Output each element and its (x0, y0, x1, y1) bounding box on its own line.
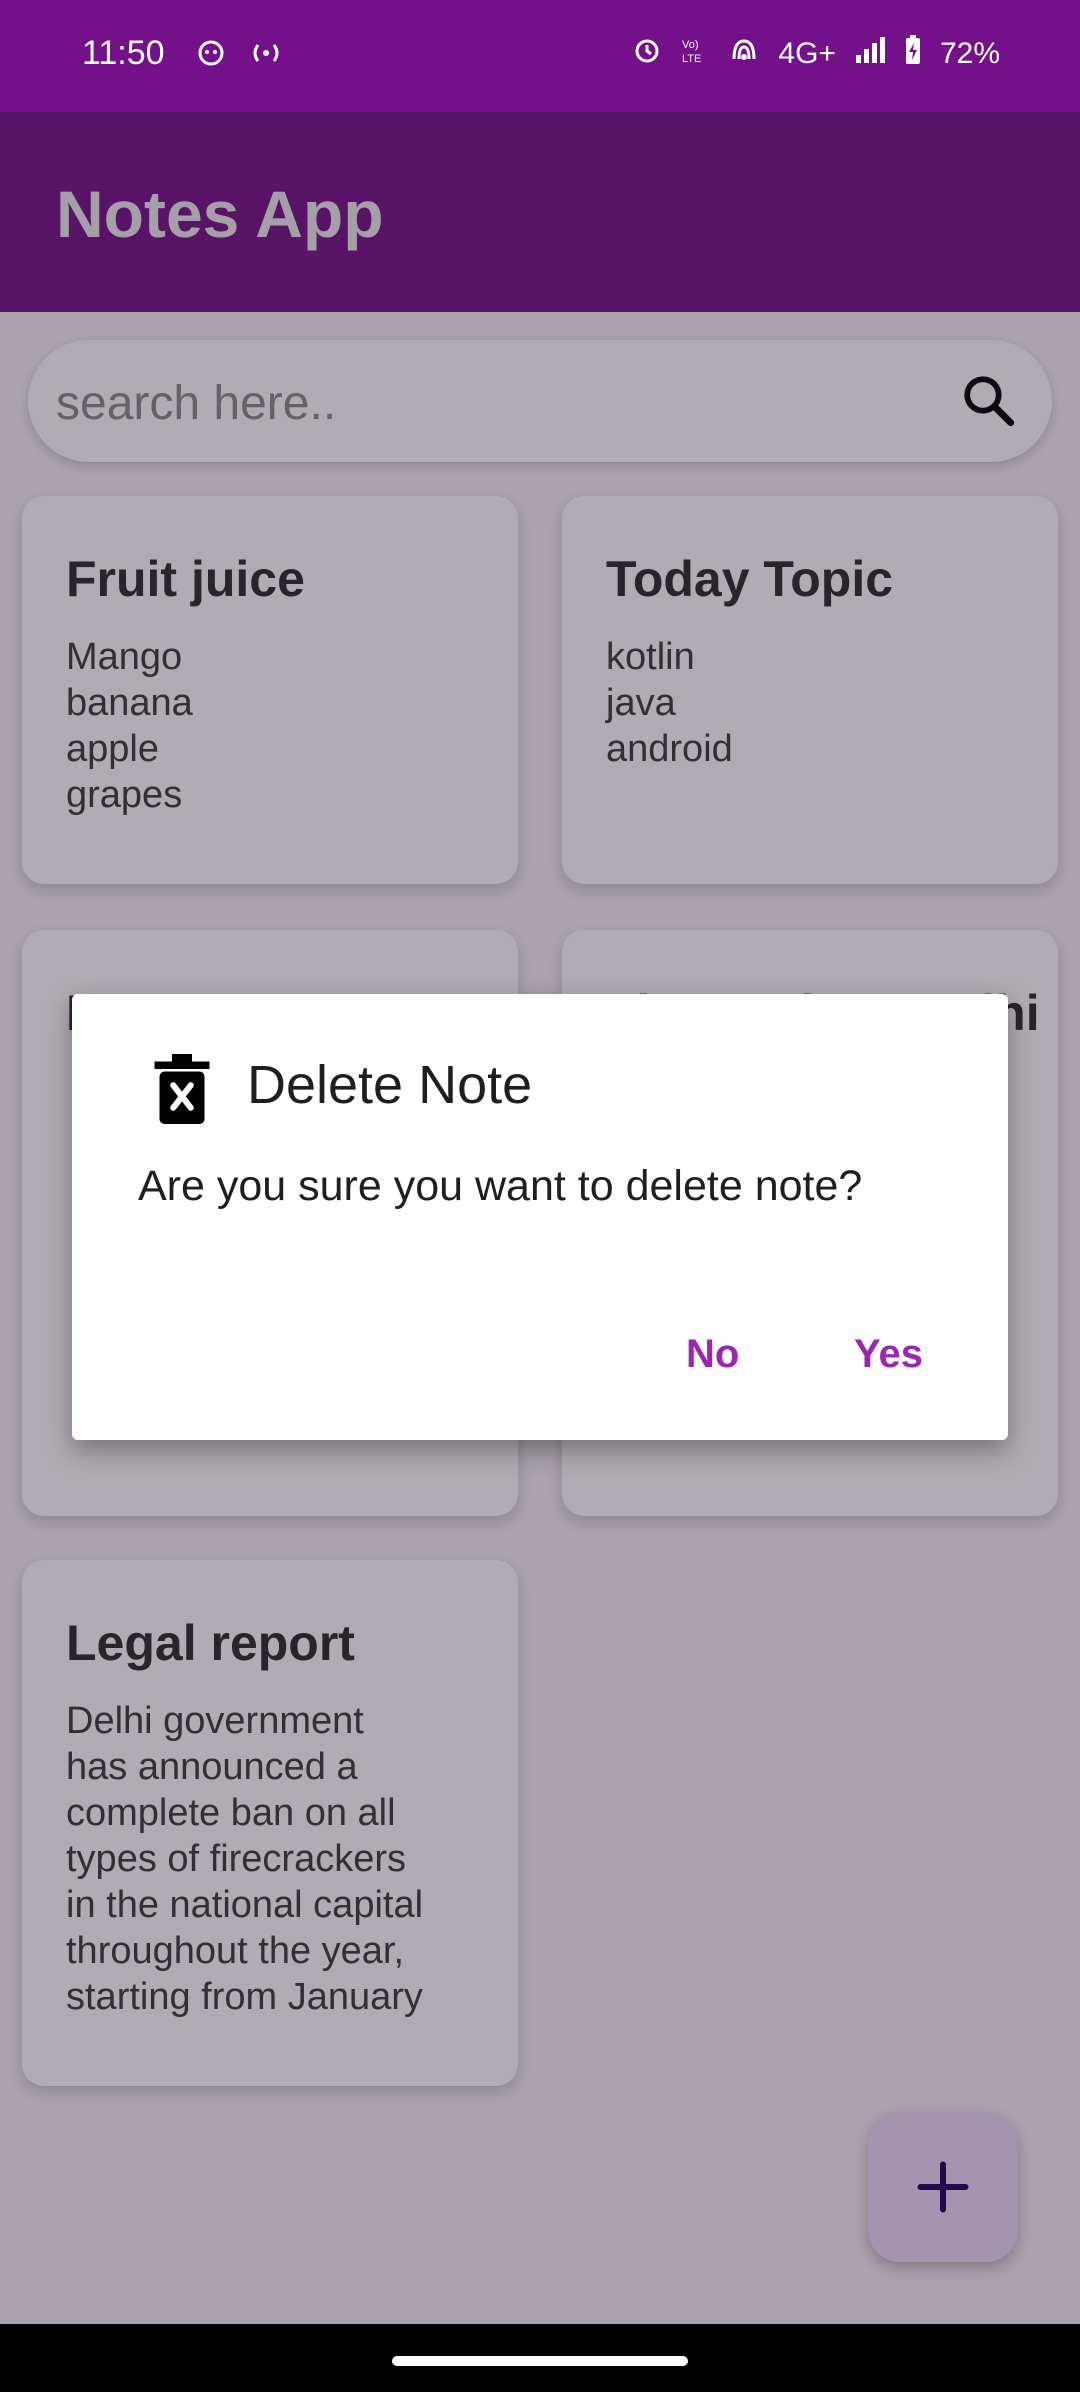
signal-icon (854, 35, 886, 73)
svg-text:LTE: LTE (682, 53, 701, 65)
status-bar: 11:50 Vo) LTE 4G+ 72% (0, 0, 1080, 112)
alarm-icon (632, 35, 662, 73)
network-type: 4G+ (778, 37, 836, 70)
wifi-calling-icon (728, 35, 760, 73)
dialog-title: Delete Note (247, 1055, 533, 1115)
yes-button[interactable]: Yes (854, 1332, 923, 1377)
navigation-bar (0, 2324, 1080, 2392)
battery-icon (904, 34, 922, 74)
volte-icon: Vo) LTE (680, 35, 710, 73)
battery-level: 72% (939, 37, 1000, 70)
svg-text:Vo): Vo) (682, 39, 699, 51)
status-time: 11:50 (82, 34, 165, 72)
no-button[interactable]: No (686, 1332, 739, 1377)
delete-note-dialog: Delete Note Are you sure you want to del… (72, 994, 1008, 1440)
status-right-icons: Vo) LTE 4G+ 72% (632, 34, 1000, 74)
dialog-message: Are you sure you want to delete note? (138, 1162, 863, 1210)
app-notification-icon (196, 38, 226, 73)
status-left-icons (196, 38, 284, 73)
hotspot-icon (248, 38, 284, 73)
trash-x-icon (154, 1054, 210, 1124)
home-gesture-handle[interactable] (392, 2356, 688, 2366)
